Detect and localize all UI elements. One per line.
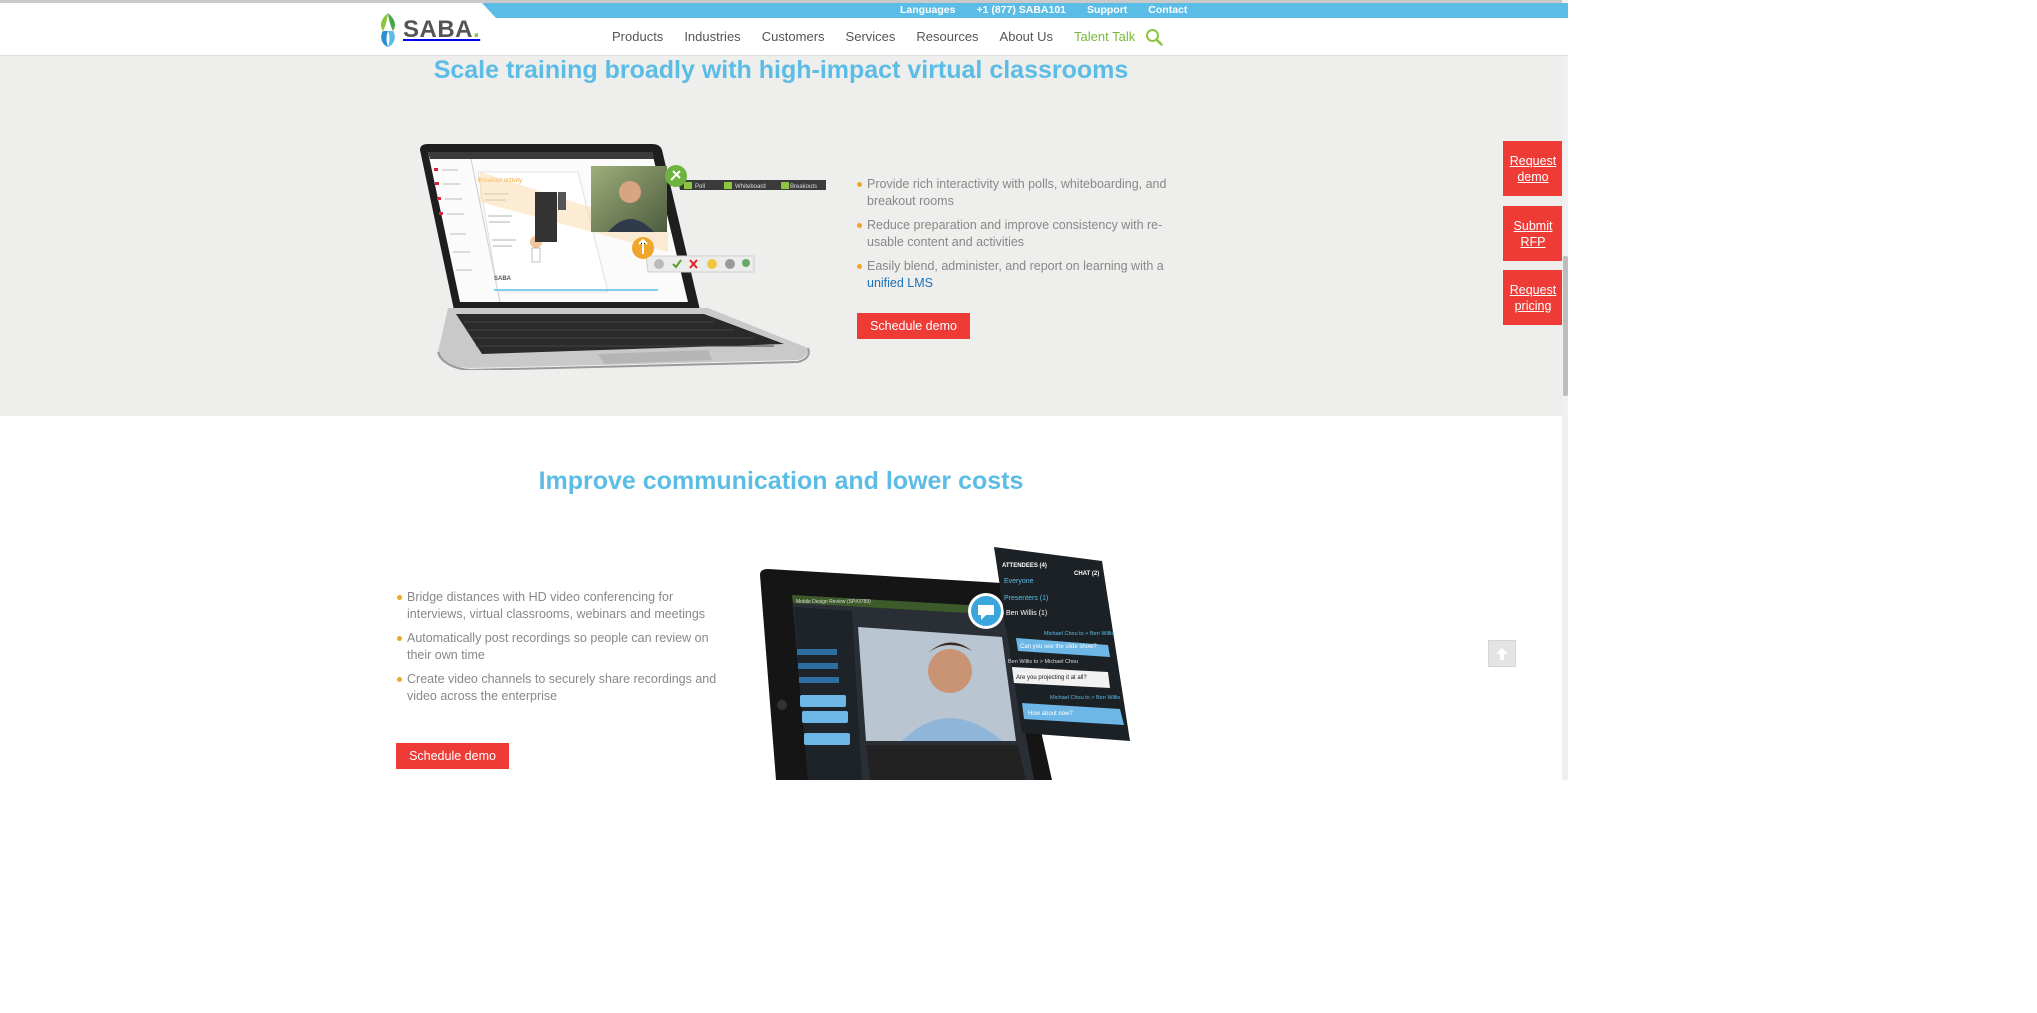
nav-about-us[interactable]: About Us — [1000, 27, 1053, 47]
communication-benefits-list: Bridge distances with HD video conferenc… — [397, 589, 717, 712]
main-nav: Products Industries Customers Services R… — [612, 27, 1163, 47]
chat-label: CHAT (2) — [1074, 571, 1099, 577]
chat-msg1-sender: Michael Chou to > Ben Willis — [1044, 631, 1114, 637]
virtual-classroom-section: Scale training broadly with high-impact … — [0, 56, 1568, 416]
nav-customers[interactable]: Customers — [762, 27, 825, 47]
saba-logo[interactable]: SABA. — [377, 13, 480, 47]
request-pricing-button[interactable]: Request pricing — [1503, 270, 1563, 325]
chat-msg2: Are you projecting it at all? — [1016, 675, 1087, 681]
scrollbar-thumb[interactable] — [1563, 256, 1568, 396]
logo-wordmark: SABA. — [403, 16, 481, 43]
back-to-top-button[interactable] — [1488, 640, 1516, 667]
nav-services[interactable]: Services — [846, 27, 896, 47]
utility-link-phone[interactable]: +1 (877) SABA101 — [976, 3, 1066, 18]
nav-products[interactable]: Products — [612, 27, 663, 47]
search-icon[interactable] — [1145, 28, 1163, 46]
section-title-communication: Improve communication and lower costs — [538, 467, 1024, 495]
presenters-item: Presenters (1) — [1004, 595, 1048, 602]
utility-links: Languages +1 (877) SABA101 Support Conta… — [900, 3, 1187, 18]
chat-msg3-sender: Michael Chou to > Ben Willis — [1050, 695, 1120, 701]
leaf-logo-icon — [380, 13, 396, 47]
schedule-demo-button-2[interactable]: Schedule demo — [396, 743, 509, 769]
tablet-video-conference-image: Mobile Design Review (SP#3789) ATTENDEES… — [760, 547, 1130, 780]
chat-msg2-sender: Ben Willis to > Michael Chou — [1008, 659, 1078, 665]
request-demo-button[interactable]: Request demo — [1503, 141, 1563, 196]
session-title: Mobile Design Review (SP#3789) — [796, 599, 871, 605]
arrow-up-icon — [1496, 647, 1508, 660]
section-title-virtual-classrooms: Scale training broadly with high-impact … — [433, 56, 1129, 84]
nav-talent-talk[interactable]: Talent Talk — [1074, 27, 1135, 47]
toolbar-whiteboard: Whiteboard — [735, 184, 766, 190]
list-item: Automatically post recordings so people … — [397, 630, 717, 664]
laptop-virtual-classroom-image: Breakout activity SABA Poll Whiteb — [420, 144, 826, 370]
list-item: Bridge distances with HD video conferenc… — [397, 589, 717, 623]
list-item: Provide rich interactivity with polls, w… — [857, 176, 1167, 210]
unified-lms-link[interactable]: unified LMS — [867, 276, 933, 290]
list-item: Create video channels to securely share … — [397, 671, 717, 705]
utility-link-contact[interactable]: Contact — [1148, 3, 1187, 18]
classroom-benefits-list: Provide rich interactivity with polls, w… — [857, 176, 1167, 299]
nav-resources[interactable]: Resources — [916, 27, 978, 47]
toolbar-poll: Poll — [695, 184, 705, 190]
site-header: Languages +1 (877) SABA101 Support Conta… — [0, 3, 1568, 56]
chat-msg3: How about now? — [1028, 711, 1073, 717]
utility-link-support[interactable]: Support — [1087, 3, 1127, 18]
schedule-demo-button-1[interactable]: Schedule demo — [857, 313, 970, 339]
everyone-item: Everyone — [1004, 578, 1034, 585]
list-item: Easily blend, administer, and report on … — [857, 258, 1167, 292]
submit-rfp-button[interactable]: Submit RFP — [1503, 206, 1563, 261]
attendees-label: ATTENDEES (4) — [1002, 563, 1047, 569]
slide-brand: SABA — [494, 276, 512, 282]
nav-industries[interactable]: Industries — [684, 27, 740, 47]
bullet-text: Easily blend, administer, and report on … — [867, 259, 1164, 273]
list-item: Reduce preparation and improve consisten… — [857, 217, 1167, 251]
ben-willis-item: Ben Willis (1) — [1006, 610, 1047, 617]
toolbar-breakouts: Breakouts — [790, 184, 817, 190]
utility-link-languages[interactable]: Languages — [900, 3, 955, 18]
chat-msg1: Can you see the slide show? — [1020, 644, 1097, 650]
